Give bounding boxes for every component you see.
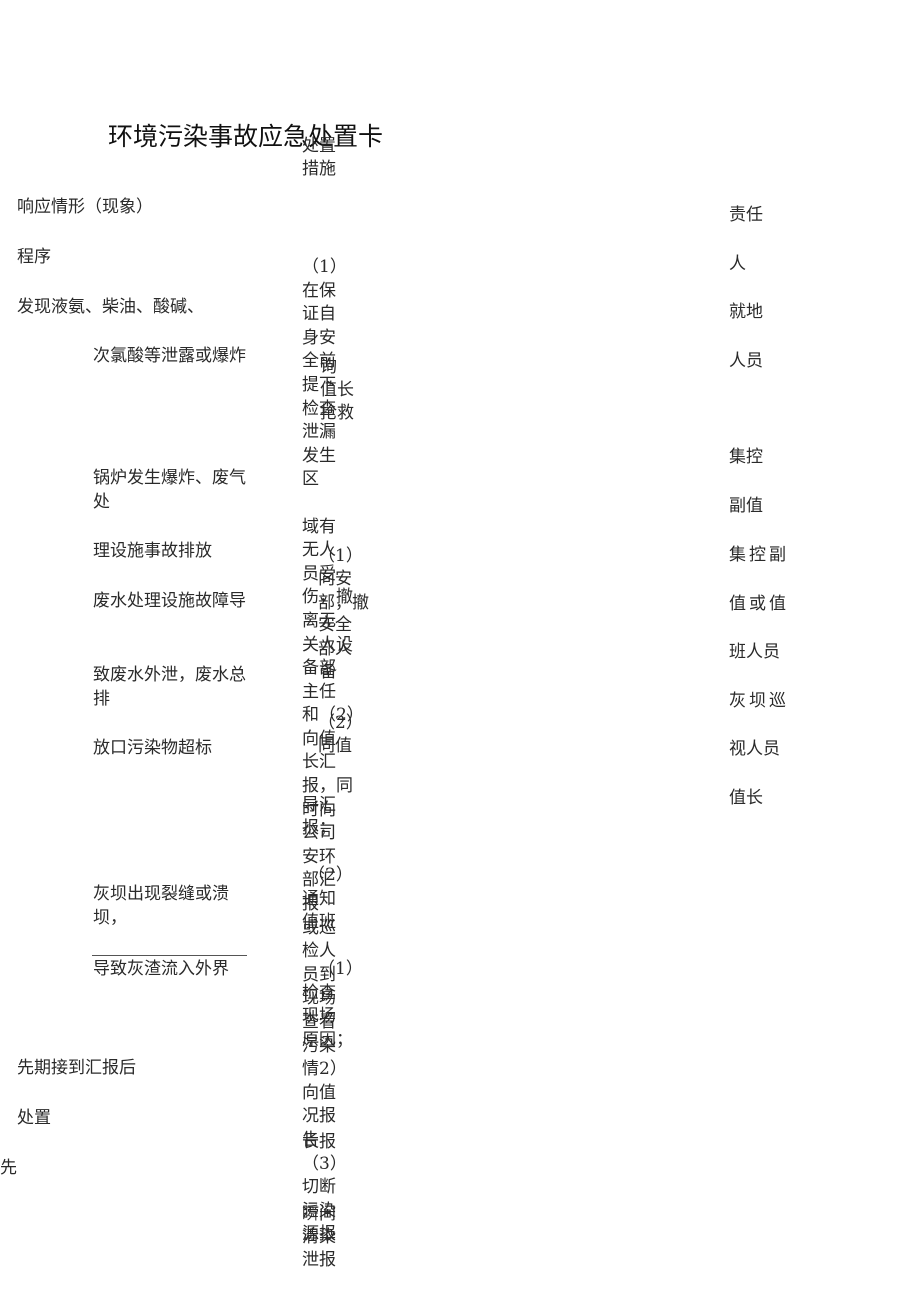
measures-line: （3） bbox=[302, 1153, 347, 1174]
situation-item: 理设施事故排放 bbox=[93, 541, 212, 561]
measures-overlay-glyph: 抢救 bbox=[320, 403, 354, 423]
responsible-item: 人员 bbox=[729, 351, 763, 371]
situation-item: 锅炉发生爆炸、废气处 bbox=[93, 468, 246, 512]
procedure-step-label: 先 bbox=[0, 1158, 17, 1178]
measures-overlay-glyph: 导汇 bbox=[302, 795, 336, 815]
measures-line: （1） bbox=[302, 257, 347, 277]
measures-overlay-glyph: 部，撤 bbox=[318, 593, 369, 613]
measures-overlay-glyph: 长报 bbox=[302, 1132, 336, 1152]
procedure-step-label: 先期接到汇报后 bbox=[17, 1058, 136, 1078]
situation-item: 致废水外泄，废水总排 bbox=[93, 665, 246, 709]
situation-item: 导致灰渣流入外界 bbox=[93, 959, 229, 979]
measures-overlay-glyph: （1） bbox=[318, 546, 363, 566]
measures-overlay-glyph: （2） bbox=[308, 865, 353, 885]
situation-item: 废水处理设施故障导 bbox=[93, 591, 246, 611]
responsible-item: 灰坝巡 bbox=[729, 691, 789, 711]
responsible-item: 视人员 bbox=[729, 739, 780, 759]
measures-line: 身安 bbox=[302, 327, 336, 348]
measures-overlay-glyph: 报； bbox=[302, 818, 336, 838]
responsible-item: 班人员 bbox=[729, 642, 780, 662]
header-measures-line1: 处置 bbox=[302, 136, 336, 156]
measures-overlay-glyph: 瞬间 bbox=[302, 1204, 336, 1224]
measures-overlay-glyph: 清染 bbox=[302, 1227, 336, 1247]
measures-overlay-glyph: 现场 bbox=[302, 1006, 336, 1026]
measures-overlay-glyph: 安全 bbox=[318, 615, 352, 635]
responsible-item: 集控 bbox=[729, 447, 763, 467]
measures-overlay-glyph: 询 bbox=[320, 357, 337, 377]
measures-overlay-glyph: 值班 bbox=[302, 912, 336, 932]
header-procedure: 程序 bbox=[17, 247, 51, 267]
header-responsible-line2: 人 bbox=[729, 254, 746, 274]
measures-line: 情2） bbox=[302, 1059, 347, 1080]
measures-overlay-glyph: 检查 bbox=[302, 983, 336, 1003]
measures-line: 向值 bbox=[302, 1082, 336, 1103]
measures-overlay-glyph: 通知 bbox=[302, 889, 336, 909]
measures-overlay-glyph: 同值 bbox=[318, 736, 352, 756]
measures-overlay-glyph: 原因； bbox=[302, 1030, 353, 1050]
measures-line: 况报 bbox=[302, 1106, 336, 1127]
situation-item: 次氯酸等泄露或爆炸 bbox=[93, 346, 246, 366]
header-measures-line2: 措施 bbox=[302, 159, 336, 179]
divider-line bbox=[92, 955, 247, 956]
measures-overlay-glyph: 备 bbox=[320, 662, 337, 682]
responsible-item: 副值 bbox=[729, 496, 763, 516]
responsible-item: 值或值 bbox=[729, 594, 789, 614]
situation-intro: 发现液氨、柴油、酸碱、 bbox=[17, 297, 204, 317]
measures-line: 在保 bbox=[302, 280, 336, 301]
measures-line: 域有 bbox=[302, 516, 336, 537]
procedure-step-label: 处置 bbox=[17, 1108, 51, 1128]
measures-overlay-glyph: （1） bbox=[318, 959, 363, 979]
measures-overlay-glyph: 泄报 bbox=[302, 1250, 336, 1270]
header-situation: 响应情形（现象） bbox=[17, 197, 153, 217]
measures-overlay-glyph: （2） bbox=[318, 713, 363, 733]
responsible-item: 值长 bbox=[729, 788, 763, 808]
measures-line: 证自 bbox=[302, 304, 336, 325]
situation-item: 放口污染物超标 bbox=[93, 738, 212, 758]
document-title: 环境污染事故应急处置卡 bbox=[108, 122, 384, 151]
header-responsible-line1: 责任 bbox=[729, 205, 763, 225]
measures-line bbox=[302, 492, 362, 516]
measures-line: 发生 bbox=[302, 445, 336, 466]
measures-overlay-glyph: 值长 bbox=[320, 380, 354, 400]
responsible-item: 集控副 bbox=[729, 545, 789, 565]
measures-overlay-glyph: 部人 bbox=[318, 639, 352, 659]
responsible-item: 就地 bbox=[729, 302, 763, 322]
situation-item: 灰坝出现裂缝或溃坝， bbox=[93, 884, 229, 928]
measures-line: 切断 bbox=[302, 1177, 336, 1198]
measures-overlay-glyph: 向安 bbox=[318, 569, 352, 589]
measures-line: 区 bbox=[302, 469, 319, 490]
